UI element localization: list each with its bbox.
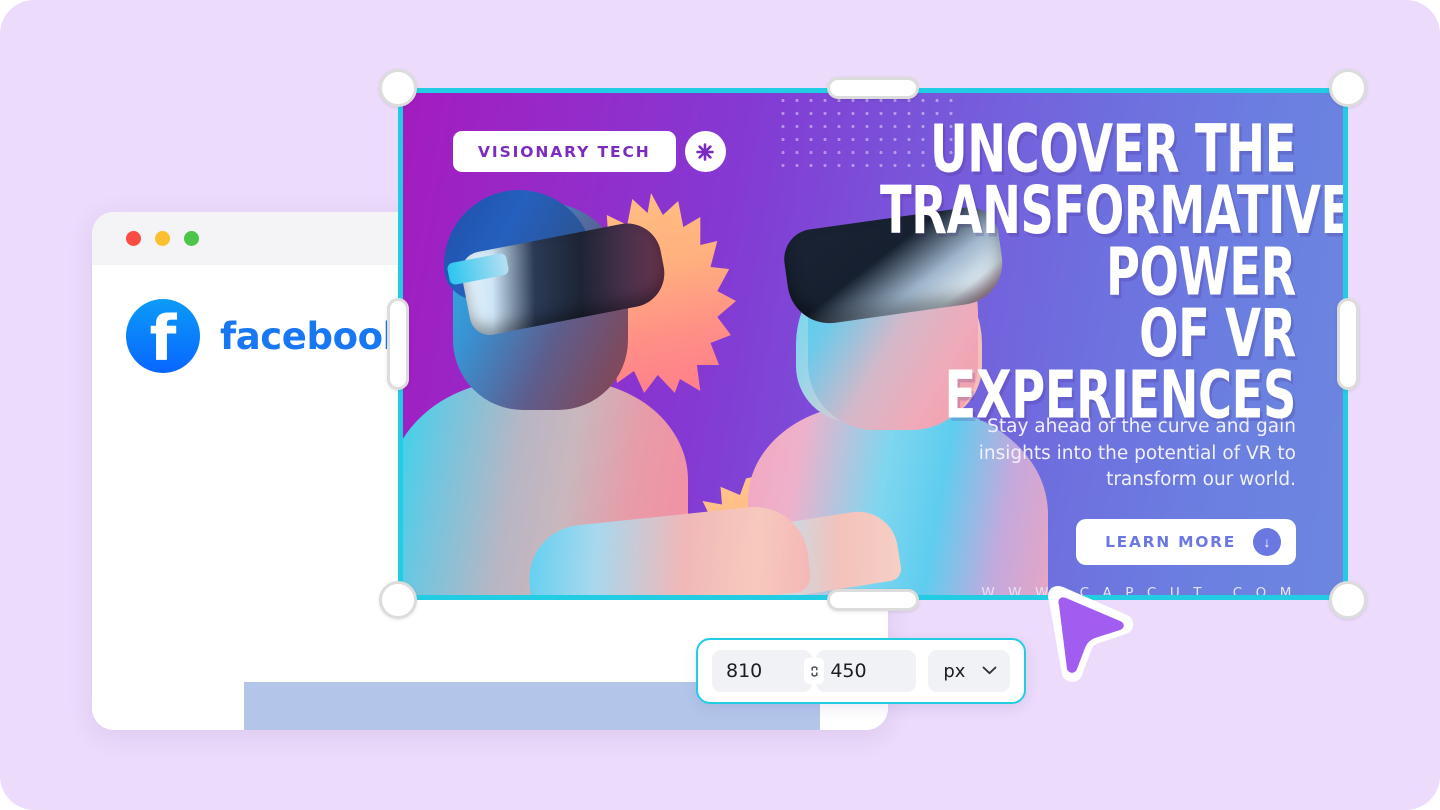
selected-design-frame[interactable]: VISIONARY TECH UNCOVER THE TRANSFORMATIV… — [379, 69, 1367, 619]
unit-select[interactable]: px — [928, 650, 1010, 692]
app-canvas: f facebook ad VISIONARY TECH UNCOVER THE… — [0, 0, 1440, 810]
resize-handle-middle-left[interactable] — [387, 298, 409, 390]
resize-handle-middle-right[interactable] — [1337, 298, 1359, 390]
window-close-button[interactable] — [126, 231, 141, 246]
banner-copy-block: UNCOVER THE TRANSFORMATIVE POWER OF VR E… — [776, 109, 1348, 600]
vr-banner-artwork: VISIONARY TECH UNCOVER THE TRANSFORMATIV… — [398, 88, 1348, 600]
window-minimize-button[interactable] — [155, 231, 170, 246]
canvas-size-toolbar: px — [696, 638, 1026, 704]
visionary-tech-badge: VISIONARY TECH — [453, 131, 726, 172]
facebook-logo-icon: f — [126, 299, 200, 373]
resize-handle-bottom-left[interactable] — [379, 581, 417, 619]
learn-more-button[interactable]: LEARN MORE ↓ — [1076, 519, 1296, 566]
pointer-cursor-icon — [1035, 583, 1139, 688]
resize-handle-top-center[interactable] — [827, 77, 919, 99]
resize-handle-top-right[interactable] — [1329, 69, 1367, 107]
chevron-down-icon — [982, 662, 997, 680]
resize-handle-bottom-right[interactable] — [1329, 581, 1367, 619]
banner-headline: UNCOVER THE TRANSFORMATIVE POWER OF VR E… — [880, 109, 1348, 434]
resize-handle-top-left[interactable] — [379, 69, 417, 107]
badge-pill: VISIONARY TECH — [453, 131, 676, 172]
asterisk-icon — [684, 131, 726, 172]
learn-more-label: LEARN MORE — [1105, 533, 1236, 552]
window-maximize-button[interactable] — [184, 231, 199, 246]
unit-select-value: px — [943, 660, 966, 682]
badge-label: VISIONARY TECH — [478, 142, 651, 161]
arrow-down-icon: ↓ — [1253, 528, 1281, 557]
facebook-logo-glyph: f — [149, 302, 177, 375]
chain-link-icon[interactable] — [804, 658, 825, 684]
width-input[interactable] — [712, 650, 812, 692]
height-input[interactable] — [816, 650, 917, 692]
resize-handle-bottom-center[interactable] — [827, 589, 919, 611]
